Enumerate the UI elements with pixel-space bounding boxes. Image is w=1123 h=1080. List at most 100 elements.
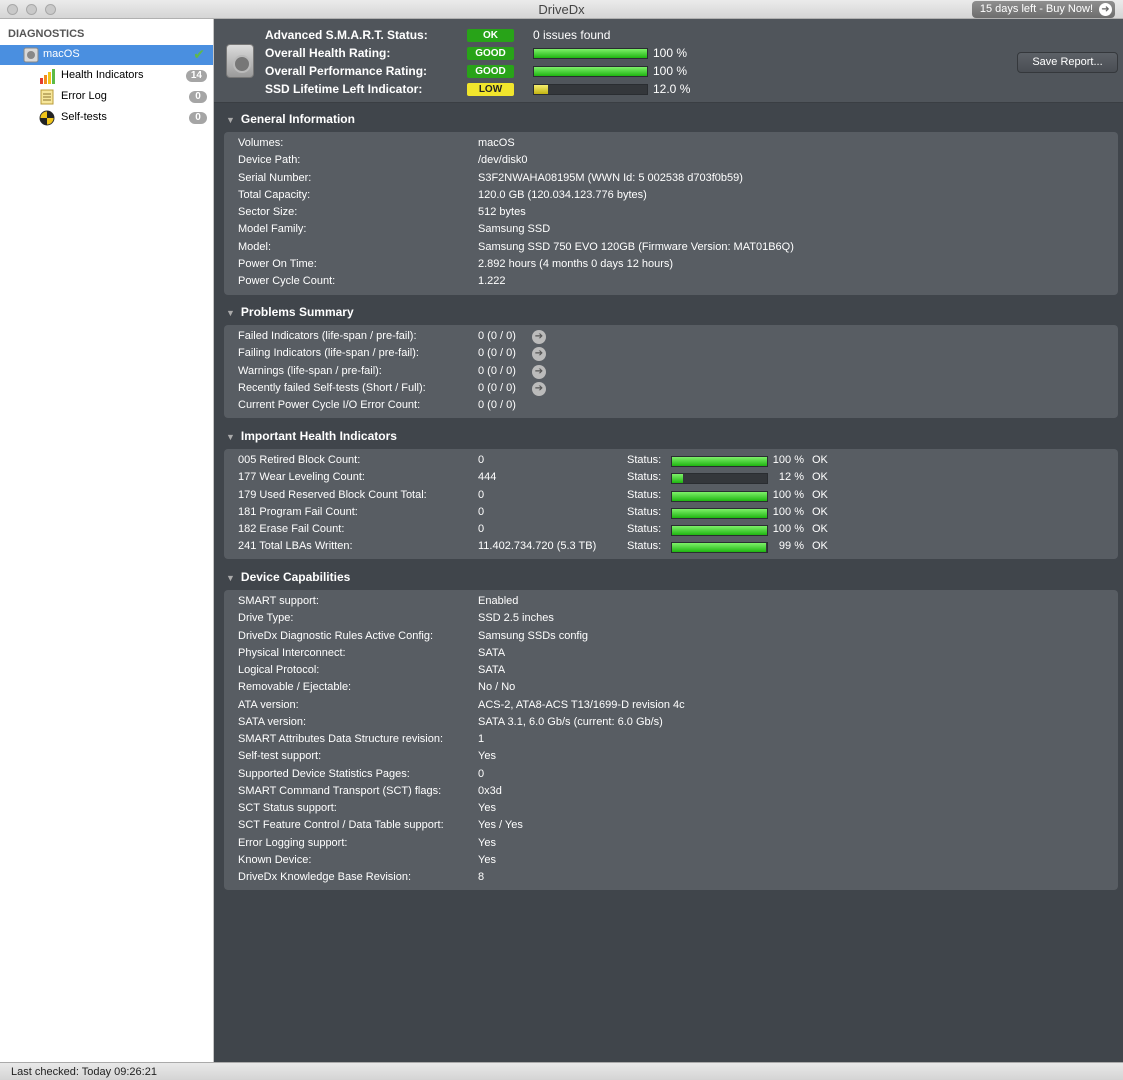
general-info-section-header[interactable]: ▼ General Information (226, 112, 355, 126)
field-label: SMART Attributes Data Structure revision… (238, 733, 444, 745)
general-info-row: Total Capacity: 120.0 GB (120.034.123.776… (238, 188, 1108, 205)
smart-status-row: Advanced S.M.A.R.T. Status: OK 0 issues … (265, 27, 765, 44)
status-ok: OK (812, 505, 828, 518)
field-label: Sector Size: (238, 206, 298, 218)
capability-row: Known Device: Yes (238, 853, 1108, 870)
arrow-right-icon[interactable]: ➔ (532, 381, 546, 396)
sidebar-item-error-log[interactable]: Error Log 0 (0, 87, 213, 107)
status-percent: 100 % (772, 505, 804, 518)
general-info-row: Power On Time: 2.892 hours (4 months 0 da… (238, 257, 1108, 274)
field-label: Removable / Ejectable: (238, 681, 352, 694)
field-label: Device Path: (238, 154, 301, 167)
ssd-lifetime-row: SSD Lifetime Left Indicator: LOW 12.0 % (265, 81, 765, 98)
health-rating-bar (533, 48, 648, 59)
field-value: 8 (478, 871, 485, 883)
field-label: Model: (238, 240, 272, 253)
sidebar-item-label: Health Indicators (61, 69, 144, 81)
capability-row: DriveDx Knowledge Base Revision: 8 (238, 870, 1108, 887)
health-indicator-row: 182 Erase Fail Count: 0 Status: 100 % OK (238, 522, 1108, 539)
field-label: ATA version: (238, 698, 299, 711)
field-value: SSD 2.5 inches (478, 612, 554, 625)
field-label: Serial Number: (238, 171, 312, 184)
general-info-row: Power Cycle Count: 1.222 (238, 274, 1108, 291)
sidebar-item-self-tests[interactable]: Self-tests 0 (0, 108, 213, 128)
indicator-value: 444 (478, 471, 497, 484)
field-label: Power On Time: (238, 257, 317, 270)
indicator-label: 241 Total LBAs Written: (238, 540, 353, 553)
title-bar: DriveDx 15 days left - Buy Now! ➜ (0, 0, 1123, 19)
field-value: 512 bytes (478, 206, 526, 218)
ssd-lifetime-percent: 12.0 % (653, 82, 691, 96)
field-label: Warnings (life-span / pre-fail): (238, 364, 382, 377)
arrow-right-icon[interactable]: ➔ (532, 330, 546, 344)
section-title: Problems Summary (240, 305, 354, 319)
checkmark-icon: ✔ (193, 46, 205, 62)
field-value: Yes (478, 853, 496, 866)
sidebar-item-health-indicators[interactable]: Health Indicators 14 (0, 66, 213, 86)
buy-now-button[interactable]: 15 days left - Buy Now! ➜ (971, 1, 1115, 18)
capability-row: SMART Attributes Data Structure revision… (238, 732, 1108, 749)
summary-header: Advanced S.M.A.R.T. Status: OK 0 issues … (214, 19, 1123, 103)
problems-panel: Failed Indicators (life-span / pre-fail)… (224, 325, 1118, 418)
field-value: 2.892 hours (4 months 0 days 12 hours) (478, 257, 674, 270)
status-label: Status: (627, 505, 662, 518)
field-label: Model Family: (238, 223, 307, 236)
capability-row: DriveDx Diagnostic Rules Active Config: S… (238, 629, 1108, 646)
field-value: Samsung SSD 750 EVO 120GB (Firmware Vers… (478, 240, 794, 253)
health-indicators-section-header[interactable]: ▼ Important Health Indicators (226, 429, 397, 443)
status-ok: OK (812, 540, 828, 553)
sidebar-section-title: DIAGNOSTICS (8, 28, 85, 40)
status-progress-bar (671, 490, 768, 502)
capability-row: Physical Interconnect: SATA (238, 646, 1108, 663)
status-progress-bar (671, 473, 768, 485)
field-value: 0 (0 / 0) (478, 347, 516, 360)
field-value: Yes / Yes (478, 819, 523, 832)
count-badge: 14 (185, 70, 207, 82)
capabilities-section-header[interactable]: ▼ Device Capabilities (226, 570, 350, 584)
problems-section-header[interactable]: ▼ Problems Summary (226, 305, 354, 319)
sidebar: DIAGNOSTICS macOS ✔ Health Indicators 14… (0, 19, 214, 1062)
capability-row: Error Logging support: Yes (238, 836, 1108, 853)
status-progress-bar (671, 525, 768, 536)
disclosure-triangle-icon: ▼ (226, 573, 235, 583)
arrow-right-icon[interactable]: ➔ (532, 364, 546, 379)
status-bar: Last checked: Today 09:26:21 (0, 1062, 1123, 1080)
general-info-panel: Volumes: macOS Device Path: /dev/disk0 Seria… (224, 132, 1118, 295)
problem-row: Failing Indicators (life-span / pre-fail… (238, 346, 1108, 363)
bar-chart-icon (40, 69, 55, 84)
general-info-row: Volumes: macOS (238, 136, 1108, 153)
field-label: Current Power Cycle I/O Error Count: (238, 399, 421, 411)
indicator-label: 177 Wear Leveling Count: (238, 471, 365, 484)
indicator-label: 181 Program Fail Count: (238, 505, 358, 518)
indicator-label: 182 Erase Fail Count: (238, 523, 345, 535)
health-indicator-row: 241 Total LBAs Written: 11.402.734.720 (5… (238, 539, 1108, 556)
general-info-row: Model Family: Samsung SSD (238, 222, 1108, 239)
status-ok: OK (812, 523, 828, 535)
health-rating-label: Overall Health Rating: (265, 46, 391, 60)
field-value: 0 (0 / 0) (478, 399, 516, 411)
arrow-right-icon[interactable]: ➔ (532, 347, 546, 362)
indicator-value: 0 (478, 454, 485, 466)
field-label: Power Cycle Count: (238, 275, 336, 287)
field-label: SATA version: (238, 715, 307, 728)
field-label: Drive Type: (238, 612, 294, 625)
field-value: macOS (478, 137, 515, 149)
field-value: 0x3d (478, 784, 502, 797)
health-indicator-row: 177 Wear Leveling Count: 444 Status: 12 % OK (238, 470, 1108, 487)
save-report-button[interactable]: Save Report... (1017, 52, 1118, 73)
status-ok: OK (812, 454, 828, 466)
sidebar-item-macos[interactable]: macOS ✔ (0, 45, 213, 65)
capability-row: Self-test support: Yes (238, 749, 1108, 766)
problem-row: Recently failed Self-tests (Short / Full… (238, 381, 1108, 398)
field-value: 120.0 GB (120.034.123.776 bytes) (478, 188, 647, 201)
capability-row: Removable / Ejectable: No / No (238, 680, 1108, 697)
capability-row: SMART Command Transport (SCT) flags: 0x3d (238, 784, 1108, 801)
ssd-lifetime-badge: LOW (467, 83, 514, 96)
health-indicator-row: 005 Retired Block Count: 0 Status: 100 % OK (238, 453, 1108, 470)
capability-row: SATA version: SATA 3.1, 6.0 Gb/s (current… (238, 715, 1108, 732)
field-value: 0 (478, 767, 485, 780)
status-percent: 99 % (778, 540, 804, 553)
status-percent: 100 % (772, 523, 804, 535)
field-value: Yes (478, 836, 496, 849)
health-indicators-panel: 005 Retired Block Count: 0 Status: 100 % OK 1… (224, 449, 1118, 559)
